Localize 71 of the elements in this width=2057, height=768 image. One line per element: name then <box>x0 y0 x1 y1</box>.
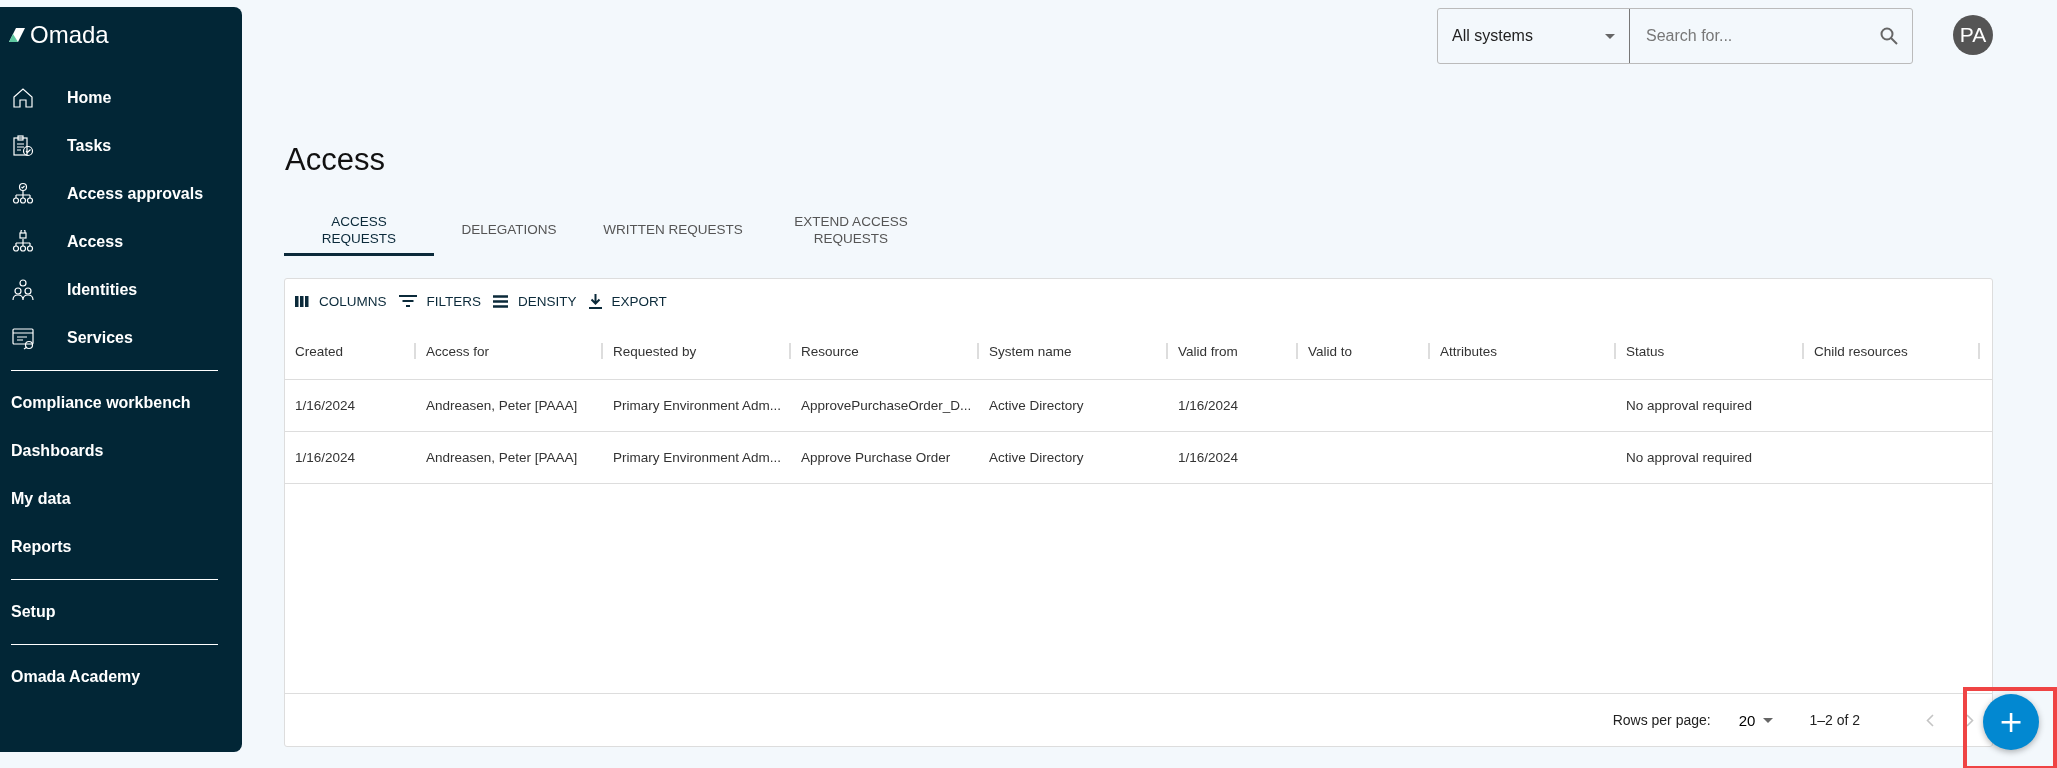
add-button[interactable]: + <box>1983 694 2039 750</box>
column-header[interactable]: Valid to <box>1308 343 1353 359</box>
caret-icon <box>1605 33 1615 39</box>
table-cell: ApprovePurchaseOrder_D... <box>801 398 972 413</box>
table-row[interactable]: 1/16/2024 Andreasen, Peter [PAAA] Primary Environment Adm... Approve Purchase Order Active Directory 1/16/2024 No approval required <box>285 432 1992 484</box>
nav-item[interactable]: Omada Academy <box>0 653 242 701</box>
density-icon <box>493 294 509 308</box>
column-header[interactable]: Attributes <box>1440 343 1498 359</box>
search-field[interactable]: Search for... <box>1644 26 1880 46</box>
logo-icon <box>7 26 27 44</box>
nav-item[interactable]: Dashboards <box>0 427 242 475</box>
table-cell: 1/16/2024 <box>295 398 356 413</box>
caret-icon <box>1763 717 1774 723</box>
house-icon <box>11 86 35 110</box>
nav-item[interactable]: Identities <box>0 266 242 314</box>
table-cell: 1/16/2024 <box>295 450 356 465</box>
nav-item[interactable]: Reports <box>0 523 242 571</box>
rows-per-page-dropdown[interactable]: 20 <box>1732 710 1780 730</box>
column-header[interactable]: Access for <box>426 343 490 359</box>
brand-name: Omada <box>30 21 109 49</box>
filter-icon <box>398 295 417 307</box>
toolbar-button[interactable]: FILTERS <box>396 293 484 309</box>
tab[interactable]: WRITTEN REQUESTS <box>584 206 762 256</box>
rows-per-page-label: Rows per page: <box>1612 712 1711 728</box>
hierarchy-icon <box>11 182 35 206</box>
download-icon <box>588 293 602 309</box>
columns-icon <box>295 295 309 307</box>
nav-item[interactable]: Setup <box>0 588 242 636</box>
table-cell: Andreasen, Peter [PAAA] <box>426 450 578 465</box>
tab[interactable]: ACCESS REQUESTS <box>284 206 434 256</box>
column-header[interactable]: Resource <box>801 343 859 359</box>
nav-item[interactable]: Home <box>0 74 242 122</box>
table-cell: No approval required <box>1626 450 1753 465</box>
search-icon <box>1880 27 1898 45</box>
table-row[interactable]: 1/16/2024 Andreasen, Peter [PAAA] Primary Environment Adm... ApprovePurchaseOrder_D... Active Directory 1/16/2024 No approval required <box>285 380 1992 432</box>
nav-item[interactable]: Tasks <box>0 122 242 170</box>
column-header[interactable]: Valid from <box>1178 343 1238 359</box>
table-cell: Andreasen, Peter [PAAA] <box>426 398 578 413</box>
people-icon <box>11 278 35 302</box>
column-header[interactable]: Status <box>1626 343 1665 359</box>
system-dropdown[interactable]: All systems <box>1438 9 1630 63</box>
nav-item[interactable]: Compliance workbench <box>0 379 242 427</box>
table-cell: Primary Environment Adm... <box>613 398 782 413</box>
nav-item[interactable]: Access <box>0 218 242 266</box>
tab[interactable]: DELEGATIONS <box>434 206 584 256</box>
column-header[interactable]: System name <box>989 343 1072 359</box>
column-header[interactable]: Requested by <box>613 343 697 359</box>
clipboard-icon <box>11 134 35 158</box>
window-icon <box>11 326 35 350</box>
toolbar-button[interactable]: EXPORT <box>586 293 669 309</box>
nav-item[interactable]: Access approvals <box>0 170 242 218</box>
table-cell: 1/16/2024 <box>1178 398 1239 413</box>
nav-item[interactable]: My data <box>0 475 242 523</box>
table-cell: Approve Purchase Order <box>801 450 951 465</box>
column-header[interactable]: Child resources <box>1814 343 1908 359</box>
toolbar-button[interactable]: COLUMNS <box>293 293 389 309</box>
chevron-right-icon <box>1966 713 1974 727</box>
table-cell: Active Directory <box>989 398 1084 413</box>
column-header[interactable]: Created <box>295 343 344 359</box>
page-range: 1–2 of 2 <box>1809 712 1860 728</box>
page-title: Access <box>285 142 386 178</box>
table-cell: 1/16/2024 <box>1178 450 1239 465</box>
user-avatar[interactable]: PA <box>1953 15 1993 55</box>
hierarchy-icon <box>11 230 35 254</box>
table-cell: Primary Environment Adm... <box>613 450 782 465</box>
tab[interactable]: EXTEND ACCESS REQUESTS <box>762 206 940 256</box>
nav-item[interactable]: Services <box>0 314 242 362</box>
toolbar-button[interactable]: DENSITY <box>491 293 579 309</box>
chevron-left-icon <box>1926 713 1934 727</box>
table-cell: No approval required <box>1626 398 1753 413</box>
table-cell: Active Directory <box>989 450 1084 465</box>
